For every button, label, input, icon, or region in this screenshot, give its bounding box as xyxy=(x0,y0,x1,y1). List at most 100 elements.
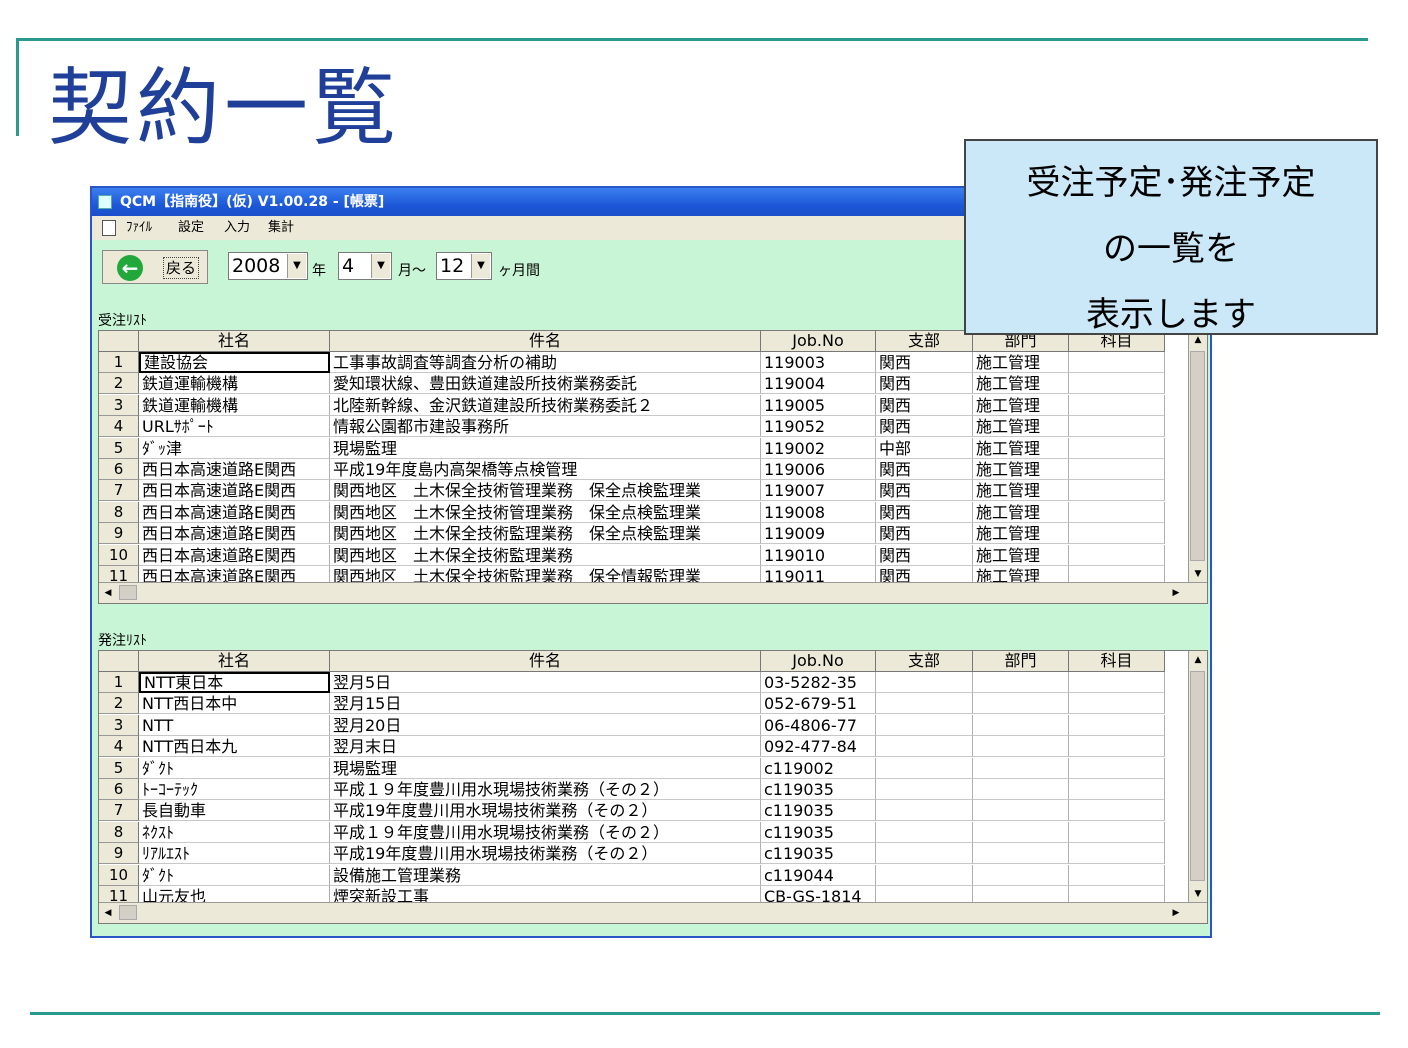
cell-company[interactable]: 西日本高速道路E関西 xyxy=(139,501,330,523)
cell-dept[interactable]: 施工管理 xyxy=(973,373,1069,395)
cell-job-no[interactable]: 03-5282-35 xyxy=(761,672,876,693)
cell-branch[interactable]: 関西 xyxy=(876,352,973,373)
cell-subject[interactable]: 情報公園都市建設事務所 xyxy=(330,416,761,438)
row-number[interactable]: 1 xyxy=(99,672,139,693)
cell-dept[interactable]: 施工管理 xyxy=(973,544,1069,566)
row-number[interactable]: 9 xyxy=(99,523,139,545)
row-number[interactable]: 8 xyxy=(99,821,139,843)
cell-subject[interactable]: 関西地区 土木保全技術管理業務 保全点検監理業 xyxy=(330,501,761,523)
column-header-company[interactable]: 社名 xyxy=(139,331,330,352)
cell-job-no[interactable]: c119035 xyxy=(761,800,876,822)
cell-subject[interactable]: 平成１９年度豊川用水現場技術業務（その２） xyxy=(330,779,761,800)
cell-company[interactable]: 西日本高速道路E関西 xyxy=(139,480,330,502)
cell-dept[interactable]: 施工管理 xyxy=(973,416,1069,438)
cell-job-no[interactable]: 119002 xyxy=(761,437,876,459)
column-header-job-no[interactable]: Job.No xyxy=(761,331,876,352)
cell-job-no[interactable]: 119004 xyxy=(761,373,876,395)
cell-company[interactable]: ﾄｰｺｰﾃｯｸ xyxy=(139,779,330,800)
cell-subject[interactable]: 平成１９年度豊川用水現場技術業務（その２） xyxy=(330,821,761,843)
cell-subject[interactable]: 設備施工管理業務 xyxy=(330,864,761,886)
cell-dept[interactable] xyxy=(973,693,1069,715)
back-button[interactable]: ← 戻る xyxy=(102,250,208,284)
cell-item[interactable] xyxy=(1069,693,1165,715)
row-number[interactable]: 3 xyxy=(99,394,139,416)
cell-branch[interactable] xyxy=(876,693,973,715)
menu-aggregate[interactable]: 集計 xyxy=(268,216,294,240)
cell-dept[interactable] xyxy=(973,800,1069,822)
scroll-thumb[interactable] xyxy=(119,905,137,920)
cell-dept[interactable]: 施工管理 xyxy=(973,394,1069,416)
cell-job-no[interactable]: 119009 xyxy=(761,523,876,545)
scroll-thumb[interactable] xyxy=(1190,671,1205,881)
cell-job-no[interactable]: 119010 xyxy=(761,544,876,566)
cell-subject[interactable]: 関西地区 土木保全技術監理業務 xyxy=(330,544,761,566)
cell-company[interactable]: NTT西日本中 xyxy=(139,693,330,715)
column-header-company[interactable]: 社名 xyxy=(139,651,330,672)
cell-subject[interactable]: 北陸新幹線、金沢鉄道建設所技術業務委託２ xyxy=(330,394,761,416)
cell-company[interactable]: 西日本高速道路E関西 xyxy=(139,523,330,545)
cell-job-no[interactable]: 06-4806-77 xyxy=(761,714,876,736)
cell-dept[interactable] xyxy=(973,864,1069,886)
cell-job-no[interactable]: 119006 xyxy=(761,459,876,480)
month-select[interactable]: 4 ▼ xyxy=(338,252,392,280)
document-icon[interactable] xyxy=(102,220,116,236)
cell-dept[interactable] xyxy=(973,714,1069,736)
cell-branch[interactable] xyxy=(876,736,973,758)
row-number[interactable]: 10 xyxy=(99,544,139,566)
column-header-branch[interactable]: 支部 xyxy=(876,651,973,672)
column-header-subject[interactable]: 件名 xyxy=(330,651,761,672)
cell-company[interactable]: NTT西日本九 xyxy=(139,736,330,758)
cell-company[interactable]: NTT東日本 xyxy=(139,672,330,693)
cell-branch[interactable]: 中部 xyxy=(876,437,973,459)
column-header-job-no[interactable]: Job.No xyxy=(761,651,876,672)
cell-dept[interactable] xyxy=(973,779,1069,800)
cell-item[interactable] xyxy=(1069,736,1165,758)
span-select[interactable]: 12 ▼ xyxy=(436,252,492,280)
cell-job-no[interactable]: c119035 xyxy=(761,843,876,865)
cell-job-no[interactable]: c119035 xyxy=(761,779,876,800)
cell-branch[interactable] xyxy=(876,714,973,736)
cell-company[interactable]: ﾀﾞｸﾄ xyxy=(139,757,330,779)
cell-item[interactable] xyxy=(1069,544,1165,566)
row-number[interactable]: 9 xyxy=(99,843,139,865)
cell-subject[interactable]: 平成19年度豊川用水現場技術業務（その２） xyxy=(330,843,761,865)
row-number[interactable]: 6 xyxy=(99,779,139,800)
cell-item[interactable] xyxy=(1069,437,1165,459)
cell-subject[interactable]: 関西地区 土木保全技術監理業務 保全点検監理業 xyxy=(330,523,761,545)
cell-item[interactable] xyxy=(1069,714,1165,736)
cell-dept[interactable] xyxy=(973,736,1069,758)
menu-input[interactable]: 入力 xyxy=(224,216,250,240)
vertical-scrollbar[interactable]: ▲ ▼ xyxy=(1188,331,1207,583)
scroll-right-icon[interactable]: ▶ xyxy=(1167,584,1185,602)
row-number[interactable]: 5 xyxy=(99,437,139,459)
cell-branch[interactable] xyxy=(876,672,973,693)
scroll-right-icon[interactable]: ▶ xyxy=(1167,904,1185,922)
cell-branch[interactable] xyxy=(876,800,973,822)
column-header-branch[interactable]: 支部 xyxy=(876,331,973,352)
cell-branch[interactable]: 関西 xyxy=(876,459,973,480)
cell-item[interactable] xyxy=(1069,501,1165,523)
cell-branch[interactable] xyxy=(876,864,973,886)
cell-item[interactable] xyxy=(1069,779,1165,800)
cell-item[interactable] xyxy=(1069,843,1165,865)
cell-job-no[interactable]: c119035 xyxy=(761,821,876,843)
row-number[interactable]: 2 xyxy=(99,373,139,395)
cell-company[interactable]: ﾈｸｽﾄ xyxy=(139,821,330,843)
cell-branch[interactable] xyxy=(876,821,973,843)
menu-settings[interactable]: 設定 xyxy=(178,216,204,240)
scroll-up-icon[interactable]: ▲ xyxy=(1189,651,1207,669)
row-number[interactable]: 7 xyxy=(99,800,139,822)
row-number[interactable]: 8 xyxy=(99,501,139,523)
cell-branch[interactable] xyxy=(876,779,973,800)
cell-item[interactable] xyxy=(1069,821,1165,843)
cell-branch[interactable]: 関西 xyxy=(876,544,973,566)
row-number[interactable]: 5 xyxy=(99,757,139,779)
row-number[interactable]: 4 xyxy=(99,416,139,438)
cell-branch[interactable]: 関西 xyxy=(876,373,973,395)
cell-company[interactable]: ﾀﾞｸﾄ xyxy=(139,864,330,886)
menu-file[interactable]: ﾌｧｲﾙ xyxy=(126,216,152,240)
cell-company[interactable]: NTT xyxy=(139,714,330,736)
cell-item[interactable] xyxy=(1069,523,1165,545)
cell-branch[interactable]: 関西 xyxy=(876,523,973,545)
vertical-scrollbar[interactable]: ▲ ▼ xyxy=(1188,651,1207,903)
